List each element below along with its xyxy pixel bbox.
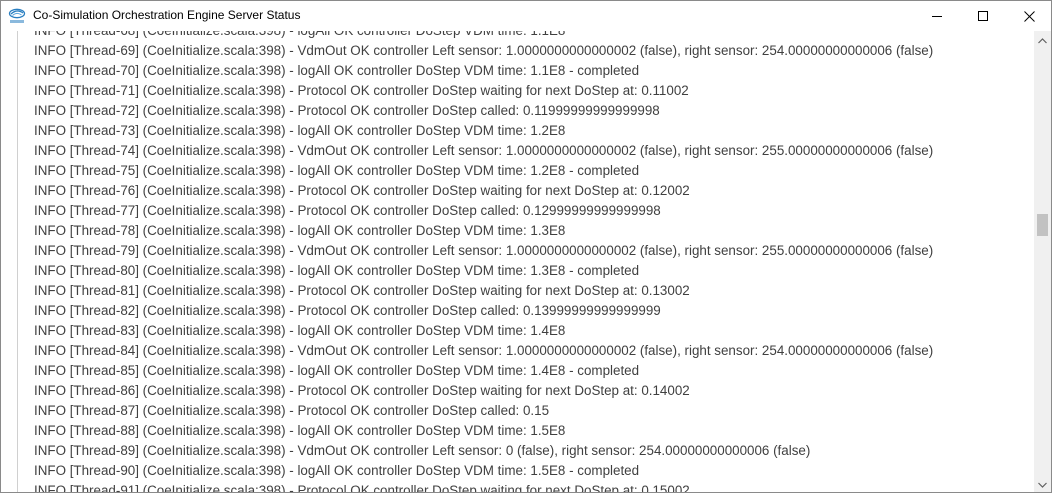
maximize-icon: [978, 11, 988, 21]
title-bar[interactable]: Co-Simulation Orchestration Engine Serve…: [1, 1, 1051, 31]
log-line: INFO [Thread-77] (CoeInitialize.scala:39…: [34, 203, 661, 218]
scroll-up-button[interactable]: [1034, 31, 1051, 48]
log-line: INFO [Thread-88] (CoeInitialize.scala:39…: [34, 423, 566, 438]
log-line: INFO [Thread-89] (CoeInitialize.scala:39…: [34, 443, 811, 458]
log-line: INFO [Thread-86] (CoeInitialize.scala:39…: [34, 383, 690, 398]
log-output[interactable]: INFO [Thread-68] (CoeInitialize.scala:39…: [17, 31, 1034, 492]
minimize-button[interactable]: [914, 1, 960, 31]
chevron-down-icon: [1038, 475, 1047, 493]
scroll-thumb[interactable]: [1037, 214, 1048, 236]
log-line: INFO [Thread-71] (CoeInitialize.scala:39…: [34, 83, 689, 98]
close-button[interactable]: [1006, 1, 1051, 31]
status-window: Co-Simulation Orchestration Engine Serve…: [0, 0, 1052, 493]
log-line: INFO [Thread-74] (CoeInitialize.scala:39…: [34, 143, 934, 158]
log-line: INFO [Thread-68] (CoeInitialize.scala:39…: [34, 31, 933, 41]
log-line: INFO [Thread-76] (CoeInitialize.scala:39…: [34, 183, 690, 198]
log-line: INFO [Thread-91] (CoeInitialize.scala:39…: [34, 483, 690, 492]
log-line: INFO [Thread-85] (CoeInitialize.scala:39…: [34, 363, 640, 378]
into-cps-logo-icon: [8, 7, 26, 25]
log-line: INFO [Thread-83] (CoeInitialize.scala:39…: [34, 323, 566, 338]
chevron-up-icon: [1038, 31, 1047, 49]
minimize-icon: [932, 11, 942, 21]
log-line: INFO [Thread-79] (CoeInitialize.scala:39…: [34, 243, 934, 258]
maximize-button[interactable]: [960, 1, 1006, 31]
window-title: Co-Simulation Orchestration Engine Serve…: [33, 8, 301, 22]
log-line: INFO [Thread-87] (CoeInitialize.scala:39…: [34, 403, 550, 418]
log-line: INFO [Thread-81] (CoeInitialize.scala:39…: [34, 283, 690, 298]
log-line: INFO [Thread-69] (CoeInitialize.scala:39…: [34, 43, 934, 58]
scroll-down-button[interactable]: [1034, 475, 1051, 492]
log-line: INFO [Thread-84] (CoeInitialize.scala:39…: [34, 343, 934, 358]
log-lines: INFO [Thread-68] (CoeInitialize.scala:39…: [34, 31, 933, 492]
content-area: INFO [Thread-68] (CoeInitialize.scala:39…: [1, 31, 1051, 492]
log-line: INFO [Thread-73] (CoeInitialize.scala:39…: [34, 123, 566, 138]
log-line: INFO [Thread-80] (CoeInitialize.scala:39…: [34, 263, 640, 278]
log-line: INFO [Thread-75] (CoeInitialize.scala:39…: [34, 163, 640, 178]
log-line: INFO [Thread-70] (CoeInitialize.scala:39…: [34, 63, 640, 78]
vertical-scrollbar[interactable]: [1034, 31, 1051, 492]
log-line: INFO [Thread-78] (CoeInitialize.scala:39…: [34, 223, 566, 238]
close-icon: [1023, 10, 1035, 22]
log-line: INFO [Thread-72] (CoeInitialize.scala:39…: [34, 103, 660, 118]
log-line: INFO [Thread-90] (CoeInitialize.scala:39…: [34, 463, 640, 478]
log-line: INFO [Thread-82] (CoeInitialize.scala:39…: [34, 303, 661, 318]
